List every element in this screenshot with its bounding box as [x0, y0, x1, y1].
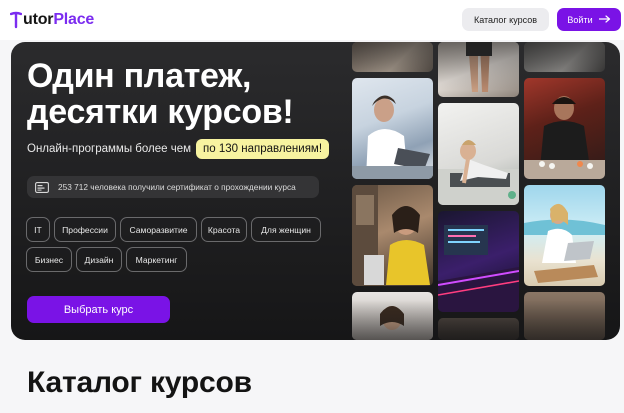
photo-woman-beach-laptop	[524, 185, 605, 286]
login-label: Войти	[567, 14, 593, 25]
tag-business[interactable]: Бизнес	[26, 247, 72, 272]
photo-chef-art	[524, 96, 605, 179]
tag-for-women[interactable]: Для женщин	[251, 217, 321, 242]
photo-woman-stretching-art	[438, 140, 519, 205]
certificate-badge: 253 712 человека получили сертификат о п…	[27, 176, 319, 198]
tag-it[interactable]: IT	[26, 217, 50, 242]
tag-professions[interactable]: Профессии	[54, 217, 116, 242]
catalog-button[interactable]: Каталог курсов	[462, 8, 549, 31]
photo-woman-headset	[352, 185, 433, 286]
logo-icon	[10, 11, 22, 29]
photo-woman-stretching	[438, 103, 519, 205]
tag-beauty[interactable]: Красота	[201, 217, 247, 242]
photo-legs	[438, 42, 519, 97]
login-button[interactable]: Войти	[557, 8, 621, 31]
photo-bottom-woman	[352, 292, 433, 340]
photo-collage	[349, 42, 620, 340]
logo-text: utor	[23, 11, 54, 28]
tag-self-development[interactable]: Саморазвитие	[120, 217, 197, 242]
hero-title-line1: Один платеж,	[27, 57, 252, 95]
page: utor Place Каталог курсов Войти Один плат…	[0, 0, 624, 413]
photo-woman-beach-laptop-art	[524, 203, 605, 283]
hero-subtitle: Онлайн-программы более чем по 130 направ…	[27, 138, 330, 160]
photo-man-laptop	[352, 78, 433, 179]
arrow-right-icon	[597, 14, 611, 25]
certificate-icon	[35, 181, 49, 193]
tag-marketing[interactable]: Маркетинг	[126, 247, 187, 272]
top-header: utor Place Каталог курсов Войти	[0, 0, 624, 40]
hero-banner: Один платеж, десятки курсов! Онлайн-прог…	[11, 42, 620, 340]
photo-chef	[524, 78, 605, 179]
hero-title-line2: десятки курсов!	[27, 93, 294, 131]
photo-man-laptop-art	[352, 95, 433, 179]
photo-woman-headset-art	[352, 185, 430, 286]
photo-bottom-partial	[438, 318, 519, 340]
catalog-heading: Каталог курсов	[27, 366, 252, 399]
photo-top-right-partial	[524, 42, 605, 72]
hero-highlight: по 130 направлениям!	[196, 139, 330, 159]
hero-subtitle-text: Онлайн-программы более чем	[27, 143, 192, 155]
tag-design[interactable]: Дизайн	[76, 247, 122, 272]
hero-title: Один платеж, десятки курсов!	[27, 58, 357, 130]
logo-text-accent: Place	[53, 11, 95, 28]
photo-keyboard-neon	[438, 211, 519, 312]
logo[interactable]: utor Place	[10, 10, 94, 30]
photo-legs-art	[466, 42, 492, 92]
certificate-text: 253 712 человека получили сертификат о п…	[58, 182, 296, 192]
photo-keyboard-neon-art	[438, 225, 519, 312]
photo-bottom-right-partial	[524, 292, 605, 340]
photo-bottom-woman-art	[380, 306, 404, 330]
photo-top-partial	[352, 42, 433, 72]
choose-course-button[interactable]: Выбрать курс	[27, 296, 170, 323]
